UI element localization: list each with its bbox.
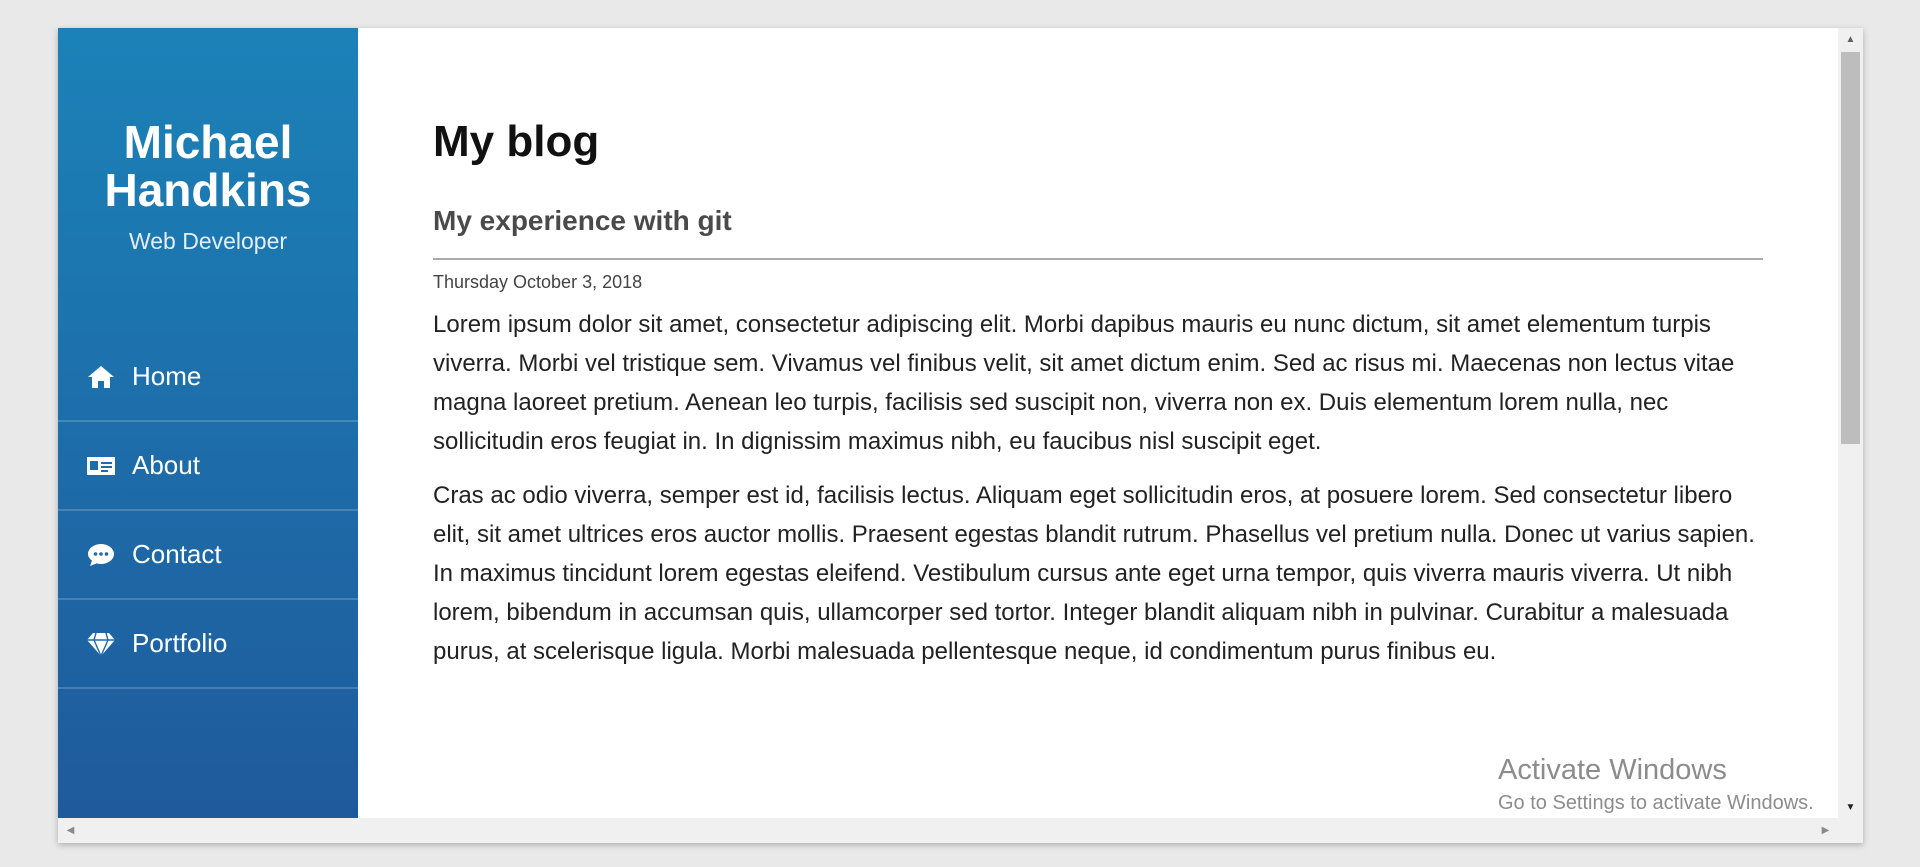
post-paragraph: Cras ac odio viverra, semper est id, fac… (433, 482, 1755, 665)
sidebar-item-portfolio[interactable]: Portfolio (58, 600, 358, 689)
scroll-up-arrow-icon[interactable]: ▲ (1838, 28, 1863, 50)
profile-name-first: Michael (123, 116, 293, 168)
horizontal-scrollbar[interactable]: ◀ ▶ (58, 818, 1863, 843)
home-icon (86, 364, 116, 390)
sidebar-item-label: Home (132, 361, 202, 391)
profile-role: Web Developer (128, 228, 288, 254)
watermark-subtitle: Go to Settings to activate Windows. (1498, 792, 1814, 814)
sidebar-item-label: About (132, 450, 200, 480)
profile-name: Michael Handkins (58, 118, 358, 214)
browser-viewport: Michael Handkins Web Developer Home Abou… (58, 28, 1863, 843)
scroll-right-arrow-icon[interactable]: ▶ (1813, 818, 1838, 843)
diamond-icon (86, 631, 116, 657)
sidebar-item-contact[interactable]: Contact (58, 511, 358, 600)
activate-windows-watermark: Activate Windows Go to Settings to activ… (1498, 752, 1814, 815)
id-card-icon (86, 453, 116, 479)
chat-bubble-icon (86, 542, 116, 568)
sidebar-item-about[interactable]: About (58, 422, 358, 511)
page-title: My blog (433, 117, 600, 166)
watermark-title: Activate Windows (1498, 754, 1727, 786)
scroll-down-arrow-icon[interactable]: ▼ (1838, 796, 1863, 818)
post-title: My experience with git (433, 204, 1763, 260)
sidebar-item-home[interactable]: Home (58, 333, 358, 422)
main-content: My blog My experience with git Thursday … (433, 28, 1763, 671)
profile-header: Michael Handkins Web Developer (58, 28, 358, 333)
sidebar: Michael Handkins Web Developer Home Abou… (58, 28, 358, 818)
sidebar-item-label: Portfolio (132, 628, 228, 658)
sidebar-item-label: Contact (132, 539, 222, 569)
post-date: Thursday October 3, 2018 (433, 272, 643, 292)
vertical-scroll-thumb[interactable] (1841, 52, 1860, 444)
vertical-scrollbar[interactable]: ▲ ▼ (1838, 28, 1863, 818)
scroll-left-arrow-icon[interactable]: ◀ (58, 818, 83, 843)
blog-post: My experience with git Thursday October … (433, 204, 1763, 671)
profile-name-last: Handkins (104, 164, 312, 216)
post-paragraph: Lorem ipsum dolor sit amet, consectetur … (433, 311, 1735, 455)
sidebar-nav: Home About Contact Portfolio (58, 333, 358, 689)
